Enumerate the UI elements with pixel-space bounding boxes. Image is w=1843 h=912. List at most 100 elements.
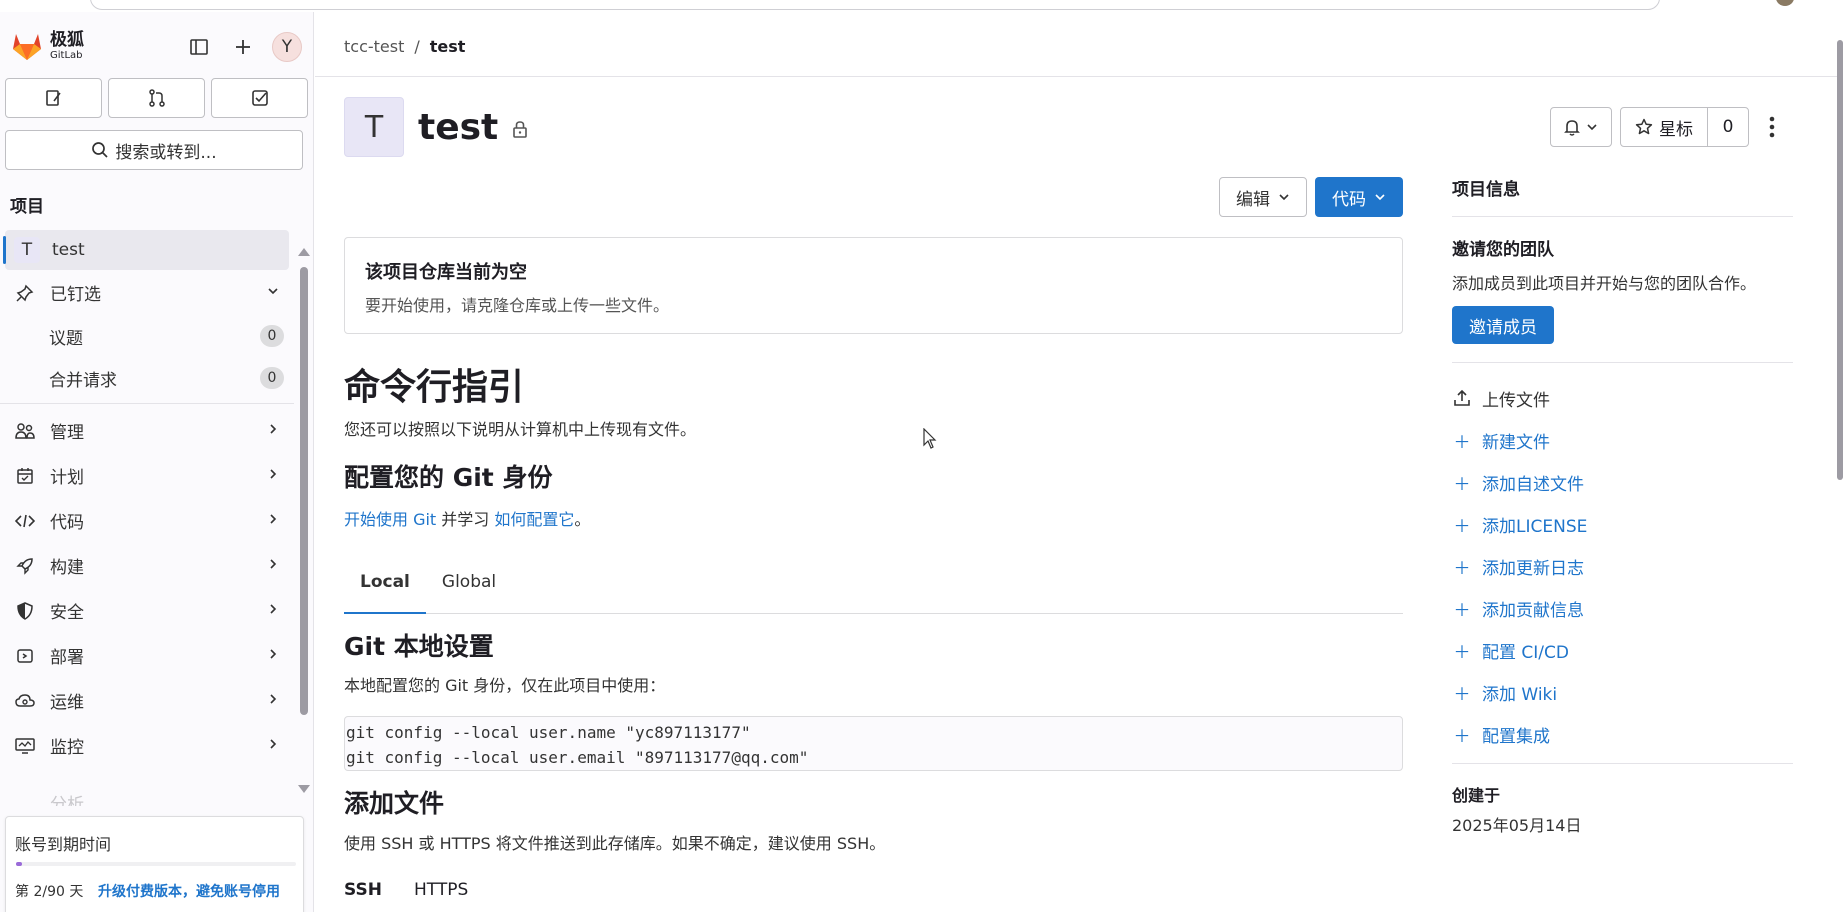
edit-dropdown-button[interactable]: 编辑 xyxy=(1219,177,1307,217)
sidebar-item-project[interactable]: T test xyxy=(3,230,289,270)
sidebar-scrollbar[interactable] xyxy=(300,267,308,715)
search-button[interactable]: 搜索或转到... xyxy=(5,130,303,170)
sidebar-item-analyze-partial[interactable]: 分析 xyxy=(14,790,84,806)
sidebar-item-security[interactable]: 安全 xyxy=(0,588,294,633)
scroll-up-arrow[interactable] xyxy=(298,248,310,256)
divider xyxy=(1452,362,1793,363)
breadcrumb-separator: / xyxy=(414,37,420,56)
merge-request-icon xyxy=(148,89,165,107)
chevron-right-icon xyxy=(270,649,277,659)
sidebar-item-label: 部署 xyxy=(50,648,84,668)
sidebar-toggle-icon xyxy=(190,39,208,55)
configure-cicd-link[interactable]: ＋ 配置 CI/CD xyxy=(1452,629,1793,671)
upload-icon xyxy=(1452,389,1472,407)
star-button[interactable]: 星标 0 xyxy=(1620,107,1749,147)
todo-check-icon xyxy=(251,90,268,106)
sidebar-item-code[interactable]: 代码 xyxy=(0,498,294,543)
mouse-cursor-icon xyxy=(923,428,937,449)
add-license-link[interactable]: ＋ 添加LICENSE xyxy=(1452,503,1793,545)
breadcrumb-current[interactable]: test xyxy=(430,37,466,56)
sidebar-item-monitor[interactable]: 监控 xyxy=(0,723,294,768)
toggle-sidebar-button[interactable] xyxy=(184,32,214,62)
identity-links: 开始使用 Git 并学习 如何配置它。 xyxy=(344,506,590,530)
top-bar: tcc-test / test xyxy=(315,12,1843,77)
trial-day-text: 第 2/90 天 xyxy=(15,884,84,900)
configure-integrations-link[interactable]: ＋ 配置集成 xyxy=(1452,713,1793,755)
plus-icon xyxy=(236,40,250,54)
more-actions-button[interactable] xyxy=(1757,107,1787,147)
lock-icon xyxy=(513,121,528,138)
upload-file-link[interactable]: 上传文件 xyxy=(1452,377,1793,419)
protocol-tabs: SSH HTTPS xyxy=(344,880,468,900)
gitlab-logo[interactable]: 极狐 GitLab xyxy=(10,30,84,62)
configure-link[interactable]: 如何配置它 xyxy=(494,510,574,529)
tab-global[interactable]: Global xyxy=(426,554,512,613)
link-label: 配置 CI/CD xyxy=(1482,642,1569,663)
invite-title: 邀请您的团队 xyxy=(1452,240,1554,260)
sidebar-item-manage[interactable]: 管理 xyxy=(0,408,294,453)
browser-profile-icon[interactable] xyxy=(1776,0,1794,6)
plus-icon: ＋ xyxy=(1453,642,1471,663)
fox-logo-icon xyxy=(13,34,41,60)
plus-icon: ＋ xyxy=(1453,516,1471,537)
create-new-button[interactable] xyxy=(228,32,258,62)
scroll-down-arrow[interactable] xyxy=(298,785,310,793)
monitor-icon xyxy=(14,735,36,757)
tab-ssh[interactable]: SSH xyxy=(344,880,382,900)
project-header: T test xyxy=(344,97,528,157)
invite-desc: 添加成员到此项目并开始与您的团队合作。 xyxy=(1452,274,1757,293)
cloud-icon xyxy=(14,690,36,712)
plus-icon: ＋ xyxy=(1453,432,1471,453)
sidebar-item-plan[interactable]: 计划 xyxy=(0,453,294,498)
add-changelog-link[interactable]: ＋ 添加更新日志 xyxy=(1452,545,1793,587)
tab-https[interactable]: HTTPS xyxy=(414,880,468,900)
sidebar-item-label: 代码 xyxy=(50,513,84,533)
empty-repo-title: 该项目仓库当前为空 xyxy=(365,262,527,283)
code-dropdown-button[interactable]: 代码 xyxy=(1315,177,1403,217)
sidebar-item-pinned[interactable]: 已钉选 xyxy=(0,270,294,315)
trial-progress-bar xyxy=(16,862,296,866)
star-count[interactable]: 0 xyxy=(1708,108,1748,146)
section-title: 项目 xyxy=(10,197,44,217)
add-wiki-link[interactable]: ＋ 添加 Wiki xyxy=(1452,671,1793,713)
sidebar-item-merge-requests[interactable]: 合并请求 0 xyxy=(0,357,294,399)
user-avatar[interactable]: Y xyxy=(272,32,302,62)
chevron-right-icon xyxy=(270,424,277,434)
add-readme-link[interactable]: ＋ 添加自述文件 xyxy=(1452,461,1793,503)
pin-icon xyxy=(14,282,36,304)
tab-local[interactable]: Local xyxy=(344,554,426,614)
issues-shortcut-button[interactable] xyxy=(5,78,102,118)
upgrade-link[interactable]: 升级付费版本，避免账号停用 xyxy=(98,881,280,901)
breadcrumb-parent[interactable]: tcc-test xyxy=(344,37,404,56)
invite-members-button[interactable]: 邀请成员 xyxy=(1452,306,1554,344)
code-block[interactable]: git config --local user.name "yc89711317… xyxy=(344,716,1403,771)
sidebar-item-label: 已钉选 xyxy=(50,285,101,305)
bell-icon xyxy=(1564,120,1580,136)
calendar-icon xyxy=(14,465,36,487)
todos-shortcut-button[interactable] xyxy=(211,78,308,118)
merge-requests-shortcut-button[interactable] xyxy=(108,78,205,118)
count-badge: 0 xyxy=(260,325,284,347)
count-badge: 0 xyxy=(260,367,284,389)
sidebar-item-deploy[interactable]: 部署 xyxy=(0,633,294,678)
star-icon xyxy=(1635,118,1653,135)
sidebar-item-label: 运维 xyxy=(50,693,84,713)
add-contributing-link[interactable]: ＋ 添加贡献信息 xyxy=(1452,587,1793,629)
page-title: test xyxy=(418,106,499,148)
kebab-menu-icon xyxy=(1769,116,1775,138)
sidebar-item-label: 管理 xyxy=(50,423,84,443)
sidebar-item-label: 构建 xyxy=(50,558,84,578)
chevron-right-icon xyxy=(270,604,277,614)
sidebar-item-build[interactable]: 构建 xyxy=(0,543,294,588)
browser-address-bar[interactable] xyxy=(90,0,1660,10)
sidebar-item-issues[interactable]: 议题 0 xyxy=(0,315,294,357)
trial-status-card: 账号到期时间 第 2/90 天 升级付费版本，避免账号停用 xyxy=(5,816,304,912)
new-file-link[interactable]: ＋ 新建文件 xyxy=(1452,419,1793,461)
link-label: 添加更新日志 xyxy=(1482,558,1584,579)
notification-button[interactable] xyxy=(1550,107,1612,147)
git-start-link[interactable]: 开始使用 Git xyxy=(344,510,436,529)
add-files-desc: 使用 SSH 或 HTTPS 将文件推送到此存储库。如果不确定，建议使用 SSH… xyxy=(344,834,886,853)
deploy-icon xyxy=(14,645,36,667)
sidebar-item-operate[interactable]: 运维 xyxy=(0,678,294,723)
page-scrollbar[interactable] xyxy=(1837,40,1843,480)
